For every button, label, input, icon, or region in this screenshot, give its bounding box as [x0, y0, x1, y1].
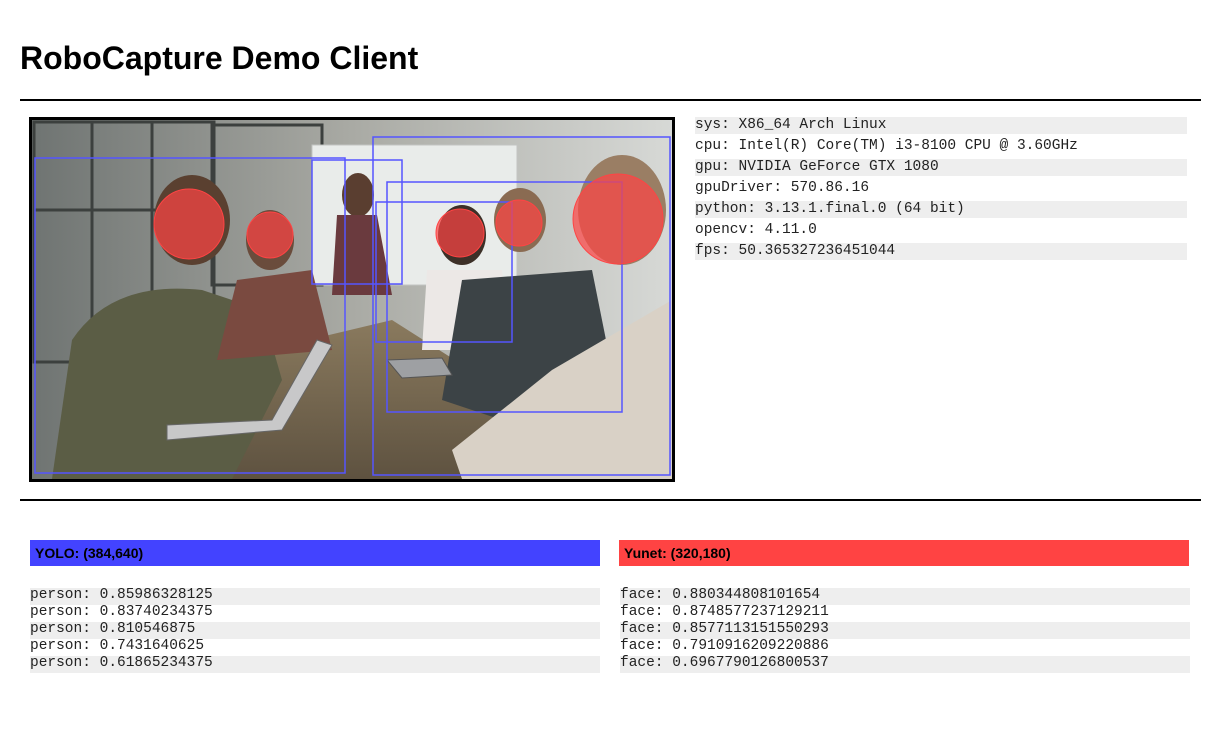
list-item: person: 0.85986328125: [30, 588, 600, 605]
system-info-list: sys: X86_64 Arch Linux cpu: Intel(R) Cor…: [695, 117, 1187, 264]
page-title: RoboCapture Demo Client: [20, 40, 419, 76]
list-item: person: 0.61865234375: [30, 656, 600, 673]
list-item: face: 0.8577113151550293: [620, 622, 1190, 639]
yolo-header: YOLO: (384,640): [30, 540, 600, 566]
sysinfo-python: python: 3.13.1.final.0 (64 bit): [695, 201, 1187, 218]
sysinfo-fps: fps: 50.365327236451044: [695, 243, 1187, 260]
divider-top: [20, 99, 1201, 101]
face-marker: [246, 211, 294, 259]
yolo-detections: person: 0.85986328125 person: 0.83740234…: [30, 588, 600, 673]
list-item: face: 0.6967790126800537: [620, 656, 1190, 673]
sysinfo-gpu: gpu: NVIDIA GeForce GTX 1080: [695, 159, 1187, 176]
list-item: face: 0.8748577237129211: [620, 604, 829, 620]
sysinfo-sys: sys: X86_64 Arch Linux: [695, 117, 1187, 134]
list-item: person: 0.810546875: [30, 622, 600, 639]
sysinfo-gpu-driver: gpuDriver: 570.86.16: [695, 180, 870, 196]
sysinfo-cpu: cpu: Intel(R) Core(TM) i3-8100 CPU @ 3.6…: [695, 138, 1078, 154]
sysinfo-opencv: opencv: 4.11.0: [695, 222, 817, 238]
face-marker: [572, 173, 664, 265]
face-marker: [153, 188, 225, 260]
yunet-detections: face: 0.880344808101654 face: 0.87485772…: [620, 588, 1190, 673]
list-item: face: 0.7910916209220886: [620, 638, 829, 654]
face-marker: [495, 199, 543, 247]
face-marker: [435, 208, 485, 258]
list-item: face: 0.880344808101654: [620, 588, 1190, 605]
list-item: person: 0.83740234375: [30, 604, 213, 620]
video-frame: [32, 120, 672, 479]
yunet-header: Yunet: (320,180): [619, 540, 1189, 566]
video-feed: [29, 117, 675, 482]
list-item: person: 0.7431640625: [30, 638, 205, 654]
divider-bottom: [20, 499, 1201, 501]
